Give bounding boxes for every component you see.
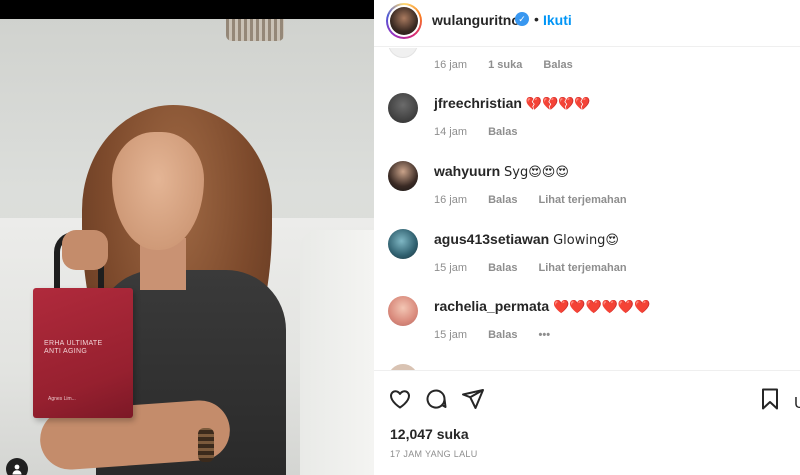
comment-row: jfreechristian 💔💔💔💔 (434, 95, 591, 112)
comment-text: Glowing😍 (553, 233, 619, 248)
user-tag-icon[interactable] (6, 458, 28, 475)
cut-off-letter: U (794, 395, 800, 412)
post-time-ago[interactable]: 17 JAM YANG LALU (390, 449, 478, 459)
comment-avatar[interactable] (388, 48, 418, 58)
comment-avatar[interactable] (388, 229, 418, 259)
reply-button[interactable]: Balas (488, 126, 517, 138)
author-avatar[interactable] (386, 3, 422, 39)
comment-meta: 15 jam Balas ••• (434, 329, 568, 341)
post-photo[interactable]: ERHA ULTIMATE ANTI AGING Agnes Lim... (0, 0, 374, 475)
comment-text: 💔💔💔💔 (525, 97, 591, 112)
likes-count[interactable]: 12,047 suka (390, 426, 469, 442)
like-heart-icon[interactable] (388, 387, 412, 411)
comment-avatar[interactable] (388, 296, 418, 326)
bag-brand-text: ERHA ULTIMATE ANTI AGING (44, 340, 103, 355)
comment-time: 15 jam (434, 329, 468, 341)
translate-button[interactable]: Lihat terjemahan (539, 194, 627, 206)
hand-holding-bag (62, 230, 108, 270)
comment-username[interactable]: jfreechristian (434, 95, 522, 111)
header-separator: • (534, 11, 539, 27)
verified-badge-icon: ✓ (515, 12, 529, 26)
comment-likes[interactable]: 1 suka (488, 59, 522, 71)
comment-meta: 16 jam 1 suka Balas (434, 59, 591, 71)
comments-list[interactable]: 16 jam 1 suka Balas jfreechristian 💔💔💔💔 … (374, 48, 800, 370)
share-send-icon[interactable] (461, 387, 485, 411)
comment-avatar[interactable] (388, 161, 418, 191)
reply-button[interactable]: Balas (488, 262, 517, 274)
comment-meta: 14 jam Balas (434, 126, 535, 138)
comment-row: rachelia_permata ❤️❤️❤️❤️❤️❤️ (434, 298, 650, 315)
comment-username[interactable]: agus413setiawan (434, 231, 549, 247)
bag-small-text: Agnes Lim... (48, 396, 76, 402)
bookmark-icon[interactable] (758, 387, 782, 411)
comment-username[interactable]: rachelia_permata (434, 298, 549, 314)
comment-time: 14 jam (434, 126, 468, 138)
comment-meta: 16 jam Balas Lihat terjemahan (434, 194, 645, 206)
photo-top-bar (0, 0, 374, 19)
comment-avatar[interactable] (388, 93, 418, 123)
translate-button[interactable]: Lihat terjemahan (539, 262, 627, 274)
comment-time: 16 jam (434, 194, 468, 206)
reply-button[interactable]: Balas (488, 329, 517, 341)
post-actions: U 12,047 suka 17 JAM YANG LALU (374, 370, 800, 475)
more-options-icon[interactable]: ••• (539, 329, 551, 341)
sofa-arm (300, 230, 374, 475)
author-username[interactable]: wulanguritno (432, 12, 520, 28)
comment-username[interactable]: wahyuurn (434, 163, 500, 179)
comment-row: wahyuurn Syg😍😍😍 (434, 163, 569, 180)
wall-decoration (226, 19, 284, 41)
reply-button[interactable]: Balas (543, 59, 572, 71)
follow-button[interactable]: Ikuti (543, 12, 572, 28)
comment-row: agus413setiawan Glowing😍 (434, 231, 619, 248)
post-side-panel: wulanguritno ✓ • Ikuti 16 jam 1 suka Bal… (374, 0, 800, 475)
post-header: wulanguritno ✓ • Ikuti (374, 0, 800, 47)
comment-text: Syg😍😍😍 (504, 165, 569, 180)
comment-time: 16 jam (434, 59, 468, 71)
comment-meta: 15 jam Balas Lihat terjemahan (434, 262, 645, 274)
comment-text: ❤️❤️❤️❤️❤️❤️ (553, 300, 651, 315)
comment-time: 15 jam (434, 262, 468, 274)
comment-bubble-icon[interactable] (424, 387, 448, 411)
reply-button[interactable]: Balas (488, 194, 517, 206)
bracelet (198, 428, 214, 462)
